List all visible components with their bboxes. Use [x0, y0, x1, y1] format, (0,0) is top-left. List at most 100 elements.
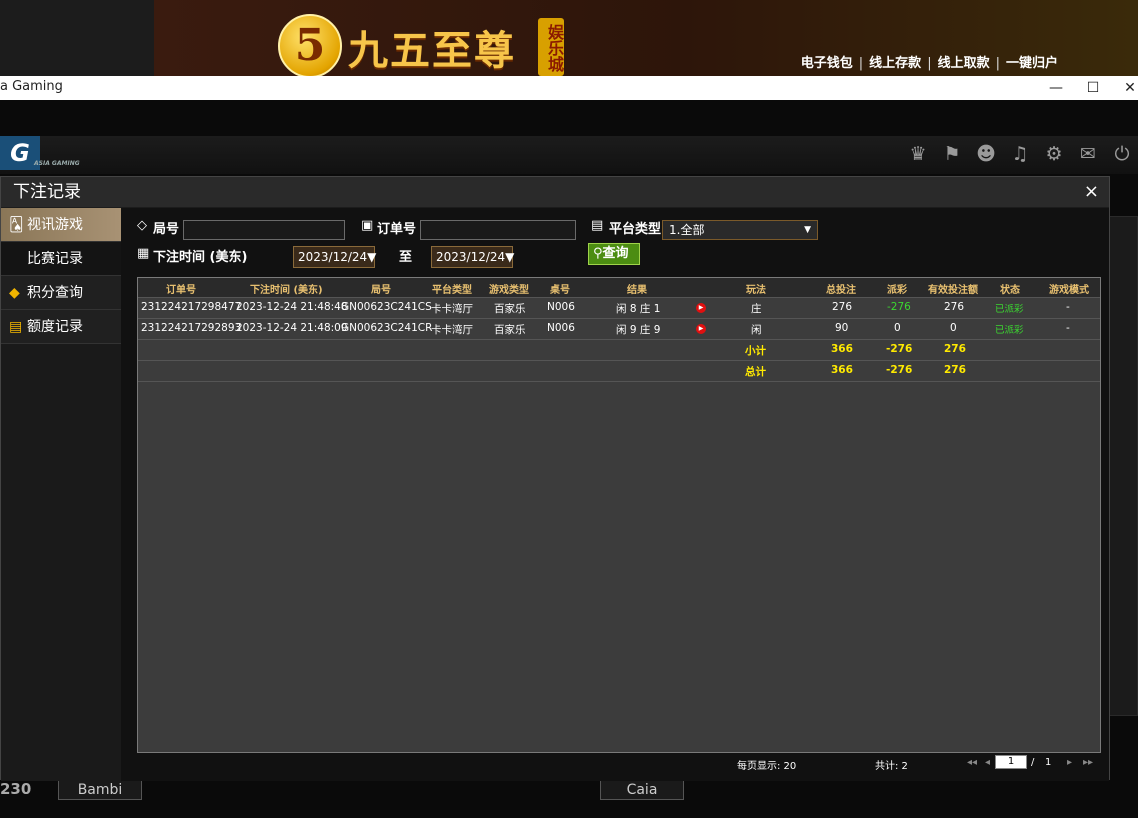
maximize-button[interactable]: ☐: [1083, 78, 1103, 98]
minimize-button[interactable]: —: [1046, 78, 1066, 98]
cell-table: N006: [547, 322, 575, 334]
platform-select[interactable]: 1.全部 ▼: [662, 220, 818, 240]
date-from-picker[interactable]: 2023/12/24▼: [293, 246, 376, 268]
dealer-name: Bambi: [58, 780, 142, 800]
cell-result: 闲 8 庄 1: [616, 303, 661, 315]
link-separator: |: [927, 56, 932, 71]
diamond-icon: ◆: [9, 285, 20, 301]
subtotal-payout: -276: [886, 343, 913, 355]
table-footer: 每页显示: 20 共计: 2 ◂◂ ◂ 1 / 1 ▸ ▸▸: [137, 753, 1101, 773]
modal-title: 下注记录: [1, 177, 1109, 207]
subtotal-row: 小计 366 -276 276: [138, 340, 1100, 361]
cell-mode: -: [1066, 322, 1070, 334]
order-input[interactable]: [420, 220, 576, 240]
cell-time: 2023-12-24 21:48:09: [236, 322, 348, 334]
table-header-row: 订单号 下注时间 (美东) 局号 平台类型 游戏类型 桌号 结果 玩法 总投注 …: [138, 278, 1100, 298]
page-input[interactable]: 1: [995, 755, 1027, 769]
col-game-mode: 游戏模式: [1049, 285, 1089, 296]
first-page-icon[interactable]: ◂◂: [967, 757, 977, 768]
close-icon[interactable]: ×: [1084, 177, 1099, 207]
bet-time-label: 下注时间 (美东): [153, 250, 248, 265]
asia-gaming-subtitle: ASIA GAMING: [34, 160, 80, 167]
page-total: 1: [1045, 757, 1052, 768]
music-icon[interactable]: ♫: [1008, 142, 1032, 166]
document-icon: ▤: [9, 319, 23, 335]
table-row[interactable]: 231224217298477 2023-12-24 21:48:48 GN00…: [138, 298, 1100, 319]
cell-payout: -276: [887, 301, 911, 313]
header-icons: ♛ ⚑ ☻ ♫ ⚙ ✉ ⏻: [906, 142, 1134, 166]
search-icon: ⚲: [593, 246, 603, 261]
banner-left-pad: [0, 0, 154, 76]
subtotal-valid: 276: [944, 343, 966, 355]
modal-content: ◇ 局号 ▣ 订单号 ▤ 平台类型 1.全部 ▼ ▦ 下注时间 (美东) 202…: [121, 208, 1109, 781]
last-page-icon[interactable]: ▸▸: [1083, 757, 1093, 768]
cell-play: 闲: [751, 324, 762, 336]
table-row[interactable]: 231224217292893 2023-12-24 21:48:09 GN00…: [138, 319, 1100, 340]
cell-order: 231224217292893: [141, 322, 242, 334]
cell-play: 庄: [751, 303, 762, 315]
cell-round: GN00623C241CS: [341, 301, 432, 313]
col-game-type: 游戏类型: [489, 285, 529, 296]
cell-status: 已派彩: [995, 304, 1024, 315]
cards-icon: 🂡: [9, 217, 24, 233]
cell-game: 百家乐: [494, 303, 526, 315]
cell-game: 百家乐: [494, 324, 526, 336]
background-tile: [1108, 216, 1138, 716]
link-deposit[interactable]: 线上存款: [869, 56, 921, 71]
col-table-no: 桌号: [550, 285, 570, 296]
play-video-icon[interactable]: ▶: [696, 303, 706, 313]
col-platform: 平台类型: [432, 285, 472, 296]
col-total-bet: 总投注: [826, 285, 856, 296]
gear-icon[interactable]: ⚙: [1042, 142, 1066, 166]
sidebar-item-label: 额度记录: [27, 319, 83, 335]
platform-label: 平台类型: [609, 222, 662, 237]
date-to-picker[interactable]: 2023/12/24▼: [431, 246, 514, 268]
prev-page-icon[interactable]: ◂: [985, 757, 990, 768]
order-label: 订单号: [377, 222, 417, 237]
to-label: 至: [399, 250, 413, 265]
cell-platform: 卡卡湾厅: [431, 324, 473, 336]
flag-icon[interactable]: ⚑: [940, 142, 964, 166]
subtotal-total: 366: [831, 343, 853, 355]
play-video-icon[interactable]: ▶: [696, 324, 706, 334]
cell-total: 276: [832, 301, 853, 313]
cell-platform: 卡卡湾厅: [431, 303, 473, 315]
cell-mode: -: [1066, 301, 1070, 313]
power-icon[interactable]: ⏻: [1110, 142, 1134, 166]
cell-result: 闲 9 庄 9: [616, 324, 661, 336]
list-icon: ▤: [591, 218, 604, 233]
top-banner: 5 九五至尊 娱乐城 电子钱包 | 线上存款 | 线上取款 | 一键归户: [0, 0, 1138, 78]
col-bet-time: 下注时间 (美东): [250, 285, 323, 296]
sidebar-item-label: 积分查询: [27, 285, 83, 301]
close-window-button[interactable]: ✕: [1120, 78, 1138, 98]
sidebar-item-match-records[interactable]: 比赛记录: [1, 242, 121, 276]
top-links: 电子钱包 | 线上存款 | 线上取款 | 一键归户: [801, 52, 1058, 71]
sidebar-item-credit-records[interactable]: ▤ 额度记录: [1, 310, 121, 344]
link-one-click-transfer[interactable]: 一键归户: [1006, 56, 1058, 71]
col-round: 局号: [371, 285, 391, 296]
bottom-counter: 230: [0, 780, 32, 798]
query-button[interactable]: ⚲查询: [588, 243, 640, 265]
sidebar-item-live-games[interactable]: 🂡 视讯游戏: [1, 208, 121, 242]
cell-valid: 276: [944, 301, 965, 313]
subtotal-label: 小计: [745, 345, 766, 357]
message-icon[interactable]: ✉: [1076, 142, 1100, 166]
chat-user-icon[interactable]: ☻: [974, 142, 998, 166]
window-titlebar: a Gaming — ☐ ✕: [0, 76, 1138, 100]
link-e-wallet[interactable]: 电子钱包: [801, 56, 853, 71]
brand-tag: 娱乐城: [538, 18, 564, 76]
cell-round: GN00623C241CR: [341, 322, 433, 334]
grandtotal-row: 总计 366 -276 276: [138, 361, 1100, 382]
cell-payout: 0: [894, 322, 901, 334]
link-separator: |: [995, 56, 1000, 71]
col-status: 状态: [1000, 285, 1020, 296]
next-page-icon[interactable]: ▸: [1067, 757, 1072, 768]
sidebar-item-points-query[interactable]: ◆ 积分查询: [1, 276, 121, 310]
col-order: 订单号: [166, 285, 196, 296]
vip-icon[interactable]: ♛: [906, 142, 930, 166]
page-separator: /: [1031, 757, 1035, 768]
col-payout: 派彩: [887, 285, 907, 296]
link-withdraw[interactable]: 线上取款: [938, 56, 990, 71]
sidebar-item-label: 比赛记录: [27, 251, 83, 267]
round-input[interactable]: [183, 220, 345, 240]
